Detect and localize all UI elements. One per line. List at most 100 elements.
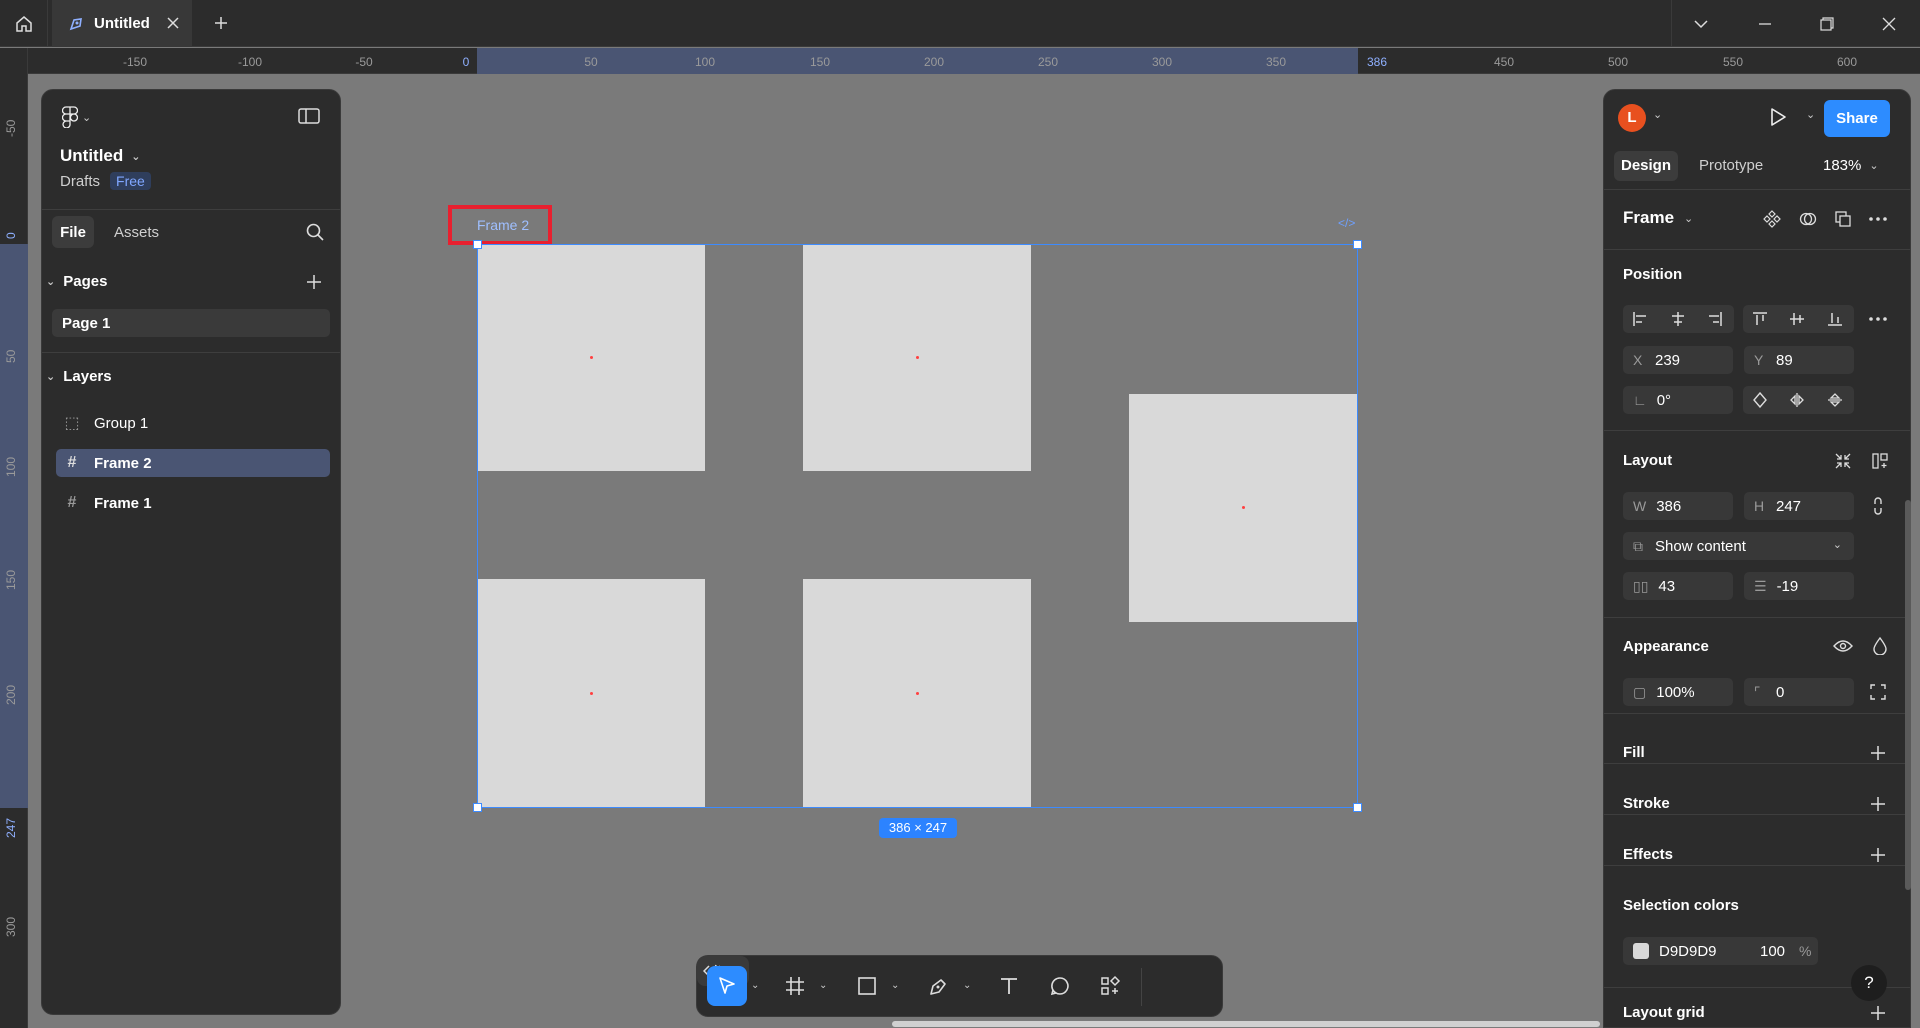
add-layout-grid-button[interactable] [1861,999,1895,1027]
text-tool-button[interactable] [991,966,1027,1006]
pages-section-toggle[interactable]: ⌄ Pages [46,273,107,290]
ruler-tick-label: 150 [4,569,18,590]
selection-color-row[interactable]: D9D9D9 100 % [1623,937,1818,965]
rotation-icon: ∟ [1633,392,1647,408]
width-field[interactable]: W 386 [1623,492,1733,520]
restore-button[interactable] [1796,0,1858,47]
pen-tool-button[interactable] [921,966,957,1006]
align-right-button[interactable] [1698,305,1732,333]
zoom-dropdown[interactable]: 183% ⌄ [1823,151,1879,181]
scrollbar-vertical[interactable] [1905,500,1911,890]
rotation-field[interactable]: ∟ 0° [1623,386,1733,414]
layer-item-group-1[interactable]: ⬚ Group 1 [56,409,330,437]
shape-tool-button[interactable] [849,966,885,1006]
more-alignment-button[interactable] [1861,305,1895,333]
frame-name-label[interactable]: Frame 2 [477,217,529,233]
selected-frame-outline[interactable] [473,240,1362,812]
cursor-icon [719,977,735,994]
layer-item-frame-2[interactable]: # Frame 2 [56,449,330,477]
layer-item-frame-1[interactable]: # Frame 1 [56,489,330,517]
boolean-button[interactable] [1834,210,1852,228]
more-icon [1869,317,1887,321]
close-window-button[interactable] [1858,0,1920,47]
visibility-button[interactable] [1826,632,1860,660]
more-options-button[interactable] [1868,210,1888,228]
avatar[interactable]: L [1618,104,1646,132]
constrain-proportions-button[interactable] [1861,492,1895,520]
flip-horizontal-button[interactable] [1780,386,1814,414]
move-tool-button[interactable] [707,966,747,1006]
x-position-field[interactable]: X 239 [1623,346,1733,374]
auto-layout-button[interactable] [1863,447,1897,475]
horizontal-gap-field[interactable]: ▯▯ 43 [1623,572,1733,600]
size-badge: 386 × 247 [879,818,957,838]
resize-handle[interactable] [473,803,482,812]
link-icon [1874,497,1882,515]
tab-file[interactable]: File [52,216,94,248]
align-left-button[interactable] [1623,305,1657,333]
code-icon[interactable]: </> [1338,216,1355,230]
resize-handle[interactable] [473,240,482,249]
chevron-down-icon[interactable]: ⌄ [751,980,759,991]
component-button[interactable] [1763,210,1781,228]
opacity-field[interactable]: ▢ 100% [1623,678,1733,706]
flip-vertical-button[interactable] [1818,386,1852,414]
color-opacity: 100 [1760,942,1786,960]
width-value: 386 [1656,497,1682,515]
chevron-down-icon[interactable]: ⌄ [1806,108,1815,121]
height-field[interactable]: H 247 [1744,492,1854,520]
rotate-button[interactable] [1743,386,1777,414]
minimize-button[interactable] [1734,0,1796,47]
align-middle-button[interactable] [1780,305,1814,333]
actions-tool-button[interactable] [1092,966,1128,1006]
close-tab-button[interactable] [160,10,186,36]
mask-icon [1799,212,1817,226]
add-stroke-button[interactable] [1861,790,1895,818]
selection-type-dropdown[interactable]: Frame ⌄ [1623,208,1693,228]
main-menu-button[interactable]: ⌄ [62,106,91,128]
ruler-tick-label: 200 [4,684,18,705]
color-swatch[interactable] [1633,943,1649,959]
blend-mode-button[interactable] [1863,632,1897,660]
align-bottom-button[interactable] [1818,305,1852,333]
present-button[interactable] [1768,106,1788,128]
frame-tool-button[interactable] [777,966,813,1006]
search-button[interactable] [305,222,325,242]
mask-button[interactable] [1799,210,1817,228]
scrollbar-horizontal[interactable] [892,1021,1600,1027]
plus-icon [1871,746,1885,760]
tab-assets[interactable]: Assets [114,216,159,248]
sidebar-icon [298,108,320,124]
comment-tool-button[interactable] [1042,966,1078,1006]
layers-heading: Layers [63,368,112,385]
y-position-field[interactable]: Y 89 [1744,346,1854,374]
corner-radius-field[interactable]: ⌜ 0 [1744,678,1854,706]
clip-content-dropdown[interactable]: ⧉ Show content ⌄ [1623,532,1854,560]
align-center-horizontal-button[interactable] [1661,305,1695,333]
file-name-menu[interactable]: Untitled ⌄ [60,146,141,166]
toggle-sidebar-button[interactable] [298,107,320,125]
new-tab-button[interactable] [208,10,234,36]
tab-design[interactable]: Design [1614,151,1678,181]
add-effect-button[interactable] [1861,841,1895,869]
drafts-link[interactable]: Drafts [60,173,100,190]
add-fill-button[interactable] [1861,739,1895,767]
chevron-down-icon[interactable]: ⌄ [963,980,971,991]
x-label: X [1633,352,1643,368]
chevron-down-icon[interactable]: ⌄ [819,980,827,991]
tab-prototype[interactable]: Prototype [1699,151,1763,181]
add-page-button[interactable] [306,274,322,290]
resize-to-fit-button[interactable] [1826,447,1860,475]
tabs-dropdown-button[interactable] [1670,0,1732,47]
page-item-page-1[interactable]: Page 1 [52,309,330,337]
resize-handle[interactable] [1353,240,1362,249]
independent-corners-button[interactable] [1861,678,1895,706]
share-button[interactable]: Share [1824,100,1890,137]
vertical-gap-field[interactable]: ☰ -19 [1744,572,1854,600]
align-top-button[interactable] [1743,305,1777,333]
layers-section-toggle[interactable]: ⌄ Layers [46,368,112,385]
chevron-down-icon[interactable]: ⌄ [1653,108,1662,121]
help-button[interactable]: ? [1851,965,1887,1001]
chevron-down-icon[interactable]: ⌄ [891,980,899,991]
resize-handle[interactable] [1353,803,1362,812]
